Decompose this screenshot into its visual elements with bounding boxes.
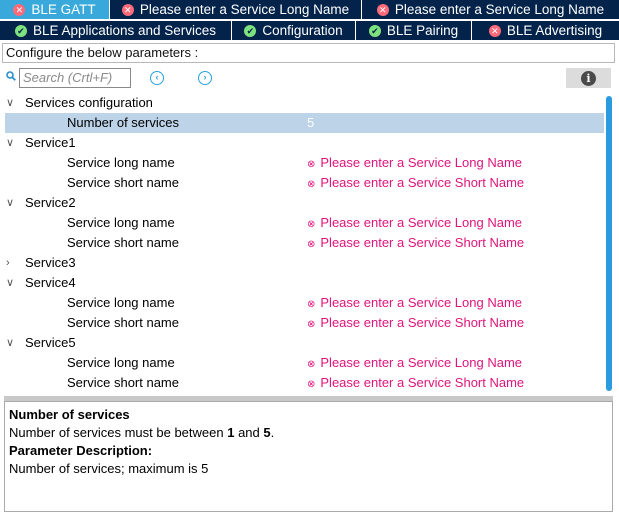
param-row-service-long-name[interactable]: Service long name ⊗ Please enter a Service… — [0, 153, 604, 173]
search-input[interactable]: Search (Crtl+F) — [19, 68, 131, 88]
param-row-service-long-name[interactable]: Service long name ⊗ Please enter a Service… — [0, 213, 604, 233]
tab-label: BLE Advertising — [506, 23, 603, 38]
tab-bar-top: ✕ BLE GATT ✕ Please enter a Service Long Na… — [0, 0, 619, 19]
tab-label: BLE Pairing — [386, 23, 459, 38]
param-label: Service long name — [67, 215, 175, 230]
tab-label: BLE Applications and Services — [32, 23, 217, 38]
description-range: Number of services must be between 1 and… — [9, 425, 275, 440]
info-button[interactable]: i — [566, 68, 611, 88]
chevron-down-icon[interactable]: ∨ — [6, 93, 18, 113]
param-row-service-long-name[interactable]: Service long name ⊗ Please enter a Service… — [0, 353, 604, 373]
tab-bar-bottom: ✔ BLE Applications and Services ✔ Configura… — [0, 21, 619, 40]
group-label: Service1 — [25, 135, 76, 150]
param-error-value[interactable]: ⊗ Please enter a Service Long Name — [307, 353, 522, 375]
tab-ble-advertising[interactable]: ✕ BLE Advertising — [472, 21, 619, 40]
param-row-service-short-name[interactable]: Service short name ⊗ Please enter a Servic… — [0, 233, 604, 253]
param-row-service-short-name[interactable]: Service short name ⊗ Please enter a Servic… — [0, 313, 604, 333]
description-panel: Number of services Number of services mu… — [4, 401, 613, 512]
tab-please-enter-a-service-long-name[interactable]: ✕ Please enter a Service Long Name — [362, 0, 619, 19]
param-error-value[interactable]: ⊗ Please enter a Service Short Name — [307, 173, 524, 195]
parameter-tree: ∨ Services configuration Number of service… — [0, 93, 604, 393]
expand-all-icon[interactable]: › — [198, 71, 212, 85]
check-icon: ✔ — [368, 24, 381, 37]
error-icon: ⊗ — [307, 319, 316, 330]
tab-ble-applications-and-services[interactable]: ✔ BLE Applications and Services — [0, 21, 232, 40]
tab-label: Configuration — [262, 23, 343, 38]
param-label: Service long name — [67, 295, 175, 310]
info-icon: i — [581, 70, 596, 86]
parameter-description-text: Number of services; maximum is 5 — [9, 461, 209, 476]
value-text: Please enter a Service Short Name — [320, 175, 525, 190]
param-label: Number of services — [67, 115, 179, 130]
chevron-down-icon[interactable]: ∨ — [6, 133, 18, 153]
error-icon: ⊗ — [307, 239, 316, 250]
tree-group-service3[interactable]: › Service3 — [0, 253, 604, 273]
param-error-value[interactable]: ⊗ Please enter a Service Long Name — [307, 153, 522, 175]
param-label: Service long name — [67, 155, 175, 170]
error-icon: ⊗ — [307, 219, 316, 230]
param-error-value[interactable]: ⊗ Please enter a Service Long Name — [307, 213, 522, 235]
param-label: Service short name — [67, 175, 179, 190]
tree-group-service2[interactable]: ∨ Service2 — [0, 193, 604, 213]
param-error-value[interactable]: ⊗ Please enter a Service Short Name — [307, 313, 524, 335]
value-text: Please enter a Service Short Name — [320, 375, 525, 390]
tab-ble-pairing[interactable]: ✔ BLE Pairing — [356, 21, 472, 40]
value-text: Please enter a Service Long Name — [320, 355, 523, 370]
error-icon: ✕ — [376, 3, 389, 16]
error-icon: ⊗ — [307, 379, 316, 390]
error-icon: ✕ — [121, 3, 134, 16]
chevron-right-icon[interactable]: › — [6, 253, 18, 273]
value-text: Please enter a Service Short Name — [320, 235, 525, 250]
search-icon[interactable] — [6, 71, 16, 81]
tree-group-service1[interactable]: ∨ Service1 — [0, 133, 604, 153]
parameter-description-header: Parameter Description: — [9, 443, 153, 458]
tab-ble-gatt[interactable]: ✕ BLE GATT — [0, 0, 110, 19]
tree-group-services-configuration[interactable]: ∨ Services configuration — [0, 93, 604, 113]
param-label: Service short name — [67, 235, 179, 250]
tab-configuration[interactable]: ✔ Configuration — [232, 21, 356, 40]
param-row-service-short-name[interactable]: Service short name ⊗ Please enter a Servic… — [0, 373, 604, 393]
check-icon: ✔ — [14, 24, 27, 37]
collapse-all-icon[interactable]: ‹ — [150, 71, 164, 85]
value-text: Please enter a Service Long Name — [320, 215, 523, 230]
param-value[interactable]: 5 — [307, 113, 314, 133]
group-label: Service4 — [25, 275, 76, 290]
value-text: Please enter a Service Long Name — [320, 295, 523, 310]
error-icon: ⊗ — [307, 299, 316, 310]
group-label: Service3 — [25, 255, 76, 270]
error-icon: ✕ — [488, 24, 501, 37]
description-title: Number of services — [9, 407, 130, 422]
chevron-down-icon[interactable]: ∨ — [6, 273, 18, 293]
config-instructions: Configure the below parameters : — [2, 43, 615, 63]
param-error-value[interactable]: ⊗ Please enter a Service Short Name — [307, 233, 524, 255]
tab-label: Please enter a Service Long Name — [394, 2, 605, 17]
tab-please-enter-a-service-long-name[interactable]: ✕ Please enter a Service Long Name — [110, 0, 362, 19]
chevron-down-icon[interactable]: ∨ — [6, 333, 18, 353]
value-text: Please enter a Service Long Name — [320, 155, 523, 170]
param-row-service-long-name[interactable]: Service long name ⊗ Please enter a Service… — [0, 293, 604, 313]
tab-label: Please enter a Service Long Name — [139, 2, 350, 17]
param-label: Service short name — [67, 375, 179, 390]
param-row-service-short-name[interactable]: Service short name ⊗ Please enter a Servic… — [0, 173, 604, 193]
group-label: Service5 — [25, 335, 76, 350]
group-label: Services configuration — [25, 95, 153, 110]
error-icon: ⊗ — [307, 159, 316, 170]
group-label: Service2 — [25, 195, 76, 210]
param-error-value[interactable]: ⊗ Please enter a Service Long Name — [307, 293, 522, 315]
param-label: Service short name — [67, 315, 179, 330]
value-text: 5 — [307, 115, 315, 130]
error-icon: ⊗ — [307, 359, 316, 370]
scrollbar-thumb[interactable] — [606, 96, 612, 391]
tree-group-service5[interactable]: ∨ Service5 — [0, 333, 604, 353]
error-icon: ✕ — [13, 3, 26, 16]
error-icon: ⊗ — [307, 179, 316, 190]
tree-group-service4[interactable]: ∨ Service4 — [0, 273, 604, 293]
param-error-value[interactable]: ⊗ Please enter a Service Short Name — [307, 373, 524, 395]
check-icon: ✔ — [244, 24, 257, 37]
param-label: Service long name — [67, 355, 175, 370]
param-row-number-of-services[interactable]: Number of services 5 — [5, 113, 604, 133]
value-text: Please enter a Service Short Name — [320, 315, 525, 330]
chevron-down-icon[interactable]: ∨ — [6, 193, 18, 213]
tab-label: BLE GATT — [31, 2, 96, 17]
